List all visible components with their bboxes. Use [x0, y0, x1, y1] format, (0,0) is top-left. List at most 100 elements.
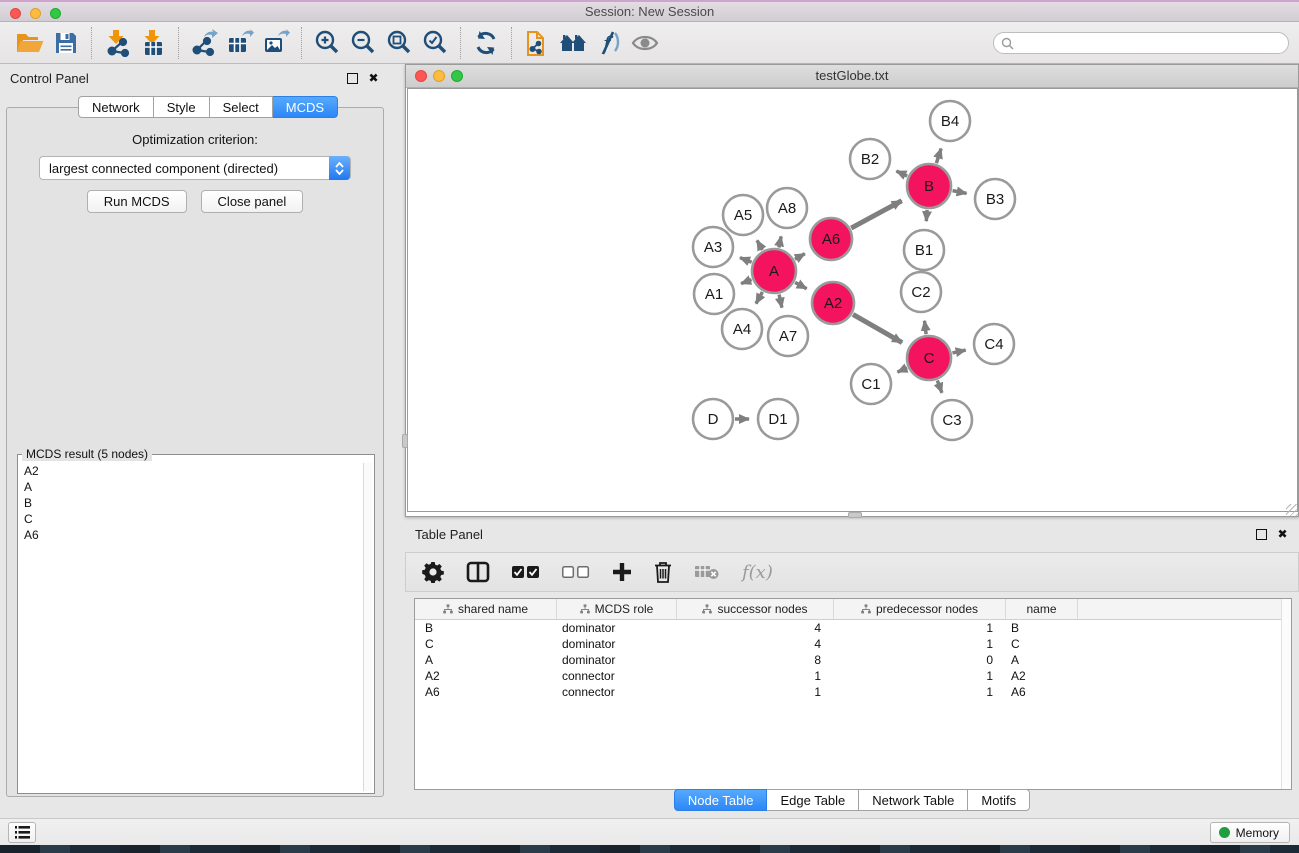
graph-edge-A-A8[interactable] [779, 236, 781, 247]
columns-icon[interactable] [466, 557, 490, 587]
export-table-icon[interactable] [222, 26, 258, 60]
result-item-c[interactable]: C [20, 511, 362, 527]
graph-node-B3[interactable]: B3 [975, 179, 1015, 219]
graph-node-A2[interactable]: A2 [812, 282, 854, 324]
graph-node-A1[interactable]: A1 [694, 274, 734, 314]
task-history-button[interactable] [8, 822, 36, 843]
run-mcds-button[interactable]: Run MCDS [87, 190, 187, 213]
graph-node-A[interactable]: A [752, 249, 796, 293]
graph-edge-B-B1[interactable] [926, 210, 927, 221]
result-item-a2[interactable]: A2 [20, 463, 362, 479]
graph-edge-B-B3[interactable] [953, 191, 967, 194]
graph-edge-A-A3[interactable] [740, 258, 752, 263]
graph-edge-B-B4[interactable] [936, 149, 941, 164]
open-file-icon[interactable] [12, 26, 48, 60]
graph-node-D1[interactable]: D1 [758, 399, 798, 439]
close-window-button[interactable] [10, 8, 21, 19]
table-row[interactable]: A2connector11A2 [415, 668, 1291, 684]
graph-edge-C-C4[interactable] [952, 350, 965, 353]
zoom-out-icon[interactable] [345, 26, 381, 60]
close-panel-button[interactable]: Close panel [201, 190, 304, 213]
column-header-name[interactable]: name [1006, 599, 1078, 619]
tab-mcds[interactable]: MCDS [273, 96, 338, 118]
graph-node-A6[interactable]: A6 [810, 218, 852, 260]
zoom-fit-icon[interactable] [381, 26, 417, 60]
search-box[interactable] [993, 32, 1289, 54]
plus-icon[interactable] [612, 557, 632, 587]
document-share-icon[interactable] [519, 26, 555, 60]
column-header-MCDS-role[interactable]: MCDS role [557, 599, 677, 619]
graph-edge-A-A6[interactable] [795, 254, 805, 260]
export-network-icon[interactable] [186, 26, 222, 60]
graph-edge-A-A2[interactable] [795, 282, 807, 288]
graph-node-A5[interactable]: A5 [723, 195, 763, 235]
horizontal-scrollbar-thumb[interactable] [848, 512, 862, 518]
tab-network[interactable]: Network [78, 96, 154, 118]
graph-node-D[interactable]: D [693, 399, 733, 439]
zoom-in-icon[interactable] [309, 26, 345, 60]
houses-icon[interactable] [555, 26, 591, 60]
graph-node-C3[interactable]: C3 [932, 400, 972, 440]
zoom-selected-icon[interactable] [417, 26, 453, 60]
graph-edge-A-A4[interactable] [756, 292, 762, 304]
window-controls[interactable] [10, 8, 61, 19]
tab-motifs[interactable]: Motifs [968, 789, 1030, 811]
tab-network-table[interactable]: Network Table [859, 789, 968, 811]
graph-node-B1[interactable]: B1 [904, 230, 944, 270]
float-panel-icon[interactable] [346, 72, 359, 85]
import-network-icon[interactable] [99, 26, 135, 60]
graph-edge-B-B2[interactable] [896, 171, 907, 176]
graph-node-A7[interactable]: A7 [768, 316, 808, 356]
criterion-dropdown[interactable]: largest connected component (directed) [39, 156, 351, 180]
result-item-a6[interactable]: A6 [20, 527, 362, 543]
gear-icon[interactable] [422, 557, 444, 587]
check-all-icon[interactable] [512, 557, 540, 587]
network-window-controls[interactable] [415, 70, 463, 82]
network-graph[interactable]: AA1A2A3A4A5A6A7A8BB1B2B3B4CC1C2C3C4DD1 [408, 89, 1297, 511]
vertical-scrollbar-thumb[interactable] [402, 434, 408, 448]
graph-node-A3[interactable]: A3 [693, 227, 733, 267]
graph-edge-C-C2[interactable] [924, 321, 926, 334]
graph-edge-A6-B[interactable] [851, 201, 902, 228]
graph-edge-C-C3[interactable] [937, 381, 942, 393]
eye-icon[interactable] [627, 26, 663, 60]
graph-node-B4[interactable]: B4 [930, 101, 970, 141]
import-table-icon[interactable] [135, 26, 171, 60]
tab-style[interactable]: Style [154, 96, 210, 118]
close-network-button[interactable] [415, 70, 427, 82]
graph-node-C[interactable]: C [907, 336, 951, 380]
function-slash-icon[interactable]: f [591, 26, 627, 60]
uncheck-all-icon[interactable] [562, 557, 590, 587]
refresh-icon[interactable] [468, 26, 504, 60]
minimize-network-button[interactable] [433, 70, 445, 82]
close-table-panel-icon[interactable]: ✖ [1276, 528, 1289, 541]
network-canvas[interactable]: AA1A2A3A4A5A6A7A8BB1B2B3B4CC1C2C3C4DD1 [407, 88, 1298, 512]
zoom-window-button[interactable] [50, 8, 61, 19]
column-header-shared-name[interactable]: shared name [415, 599, 557, 619]
column-header-successor-nodes[interactable]: successor nodes [677, 599, 834, 619]
memory-button[interactable]: Memory [1210, 822, 1290, 843]
tab-edge-table[interactable]: Edge Table [767, 789, 859, 811]
close-panel-icon[interactable]: ✖ [367, 72, 380, 85]
export-image-icon[interactable] [258, 26, 294, 60]
tab-select[interactable]: Select [210, 96, 273, 118]
minimize-window-button[interactable] [30, 8, 41, 19]
graph-node-B2[interactable]: B2 [850, 139, 890, 179]
trash-icon[interactable] [654, 557, 672, 587]
graph-edge-C-C1[interactable] [897, 368, 907, 372]
column-header-predecessor-nodes[interactable]: predecessor nodes [834, 599, 1006, 619]
table-scrollbar[interactable] [1281, 599, 1291, 789]
table-row[interactable]: Cdominator41C [415, 636, 1291, 652]
graph-node-B[interactable]: B [907, 164, 951, 208]
search-input[interactable] [1014, 36, 1288, 50]
table-row[interactable]: Adominator80A [415, 652, 1291, 668]
table-row[interactable]: Bdominator41B [415, 620, 1291, 636]
graph-edge-A-A5[interactable] [757, 240, 762, 250]
graph-node-A8[interactable]: A8 [767, 188, 807, 228]
result-item-a[interactable]: A [20, 479, 362, 495]
graph-node-A4[interactable]: A4 [722, 309, 762, 349]
table-row[interactable]: A6connector11A6 [415, 684, 1291, 700]
graph-node-C1[interactable]: C1 [851, 364, 891, 404]
resize-grip[interactable] [1286, 504, 1298, 516]
graph-edge-A-A7[interactable] [779, 294, 782, 307]
